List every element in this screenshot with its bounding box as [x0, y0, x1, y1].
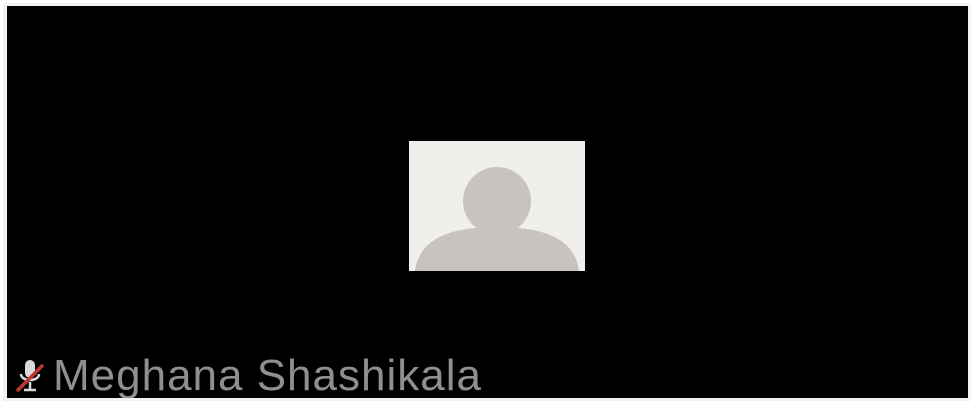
participant-name: Meghana Shashikala: [53, 351, 482, 400]
participant-video-tile[interactable]: Meghana Shashikala: [3, 3, 971, 401]
default-avatar-icon: [409, 141, 585, 271]
mic-muted-icon: [13, 356, 47, 396]
participant-name-bar: Meghana Shashikala: [13, 351, 482, 400]
